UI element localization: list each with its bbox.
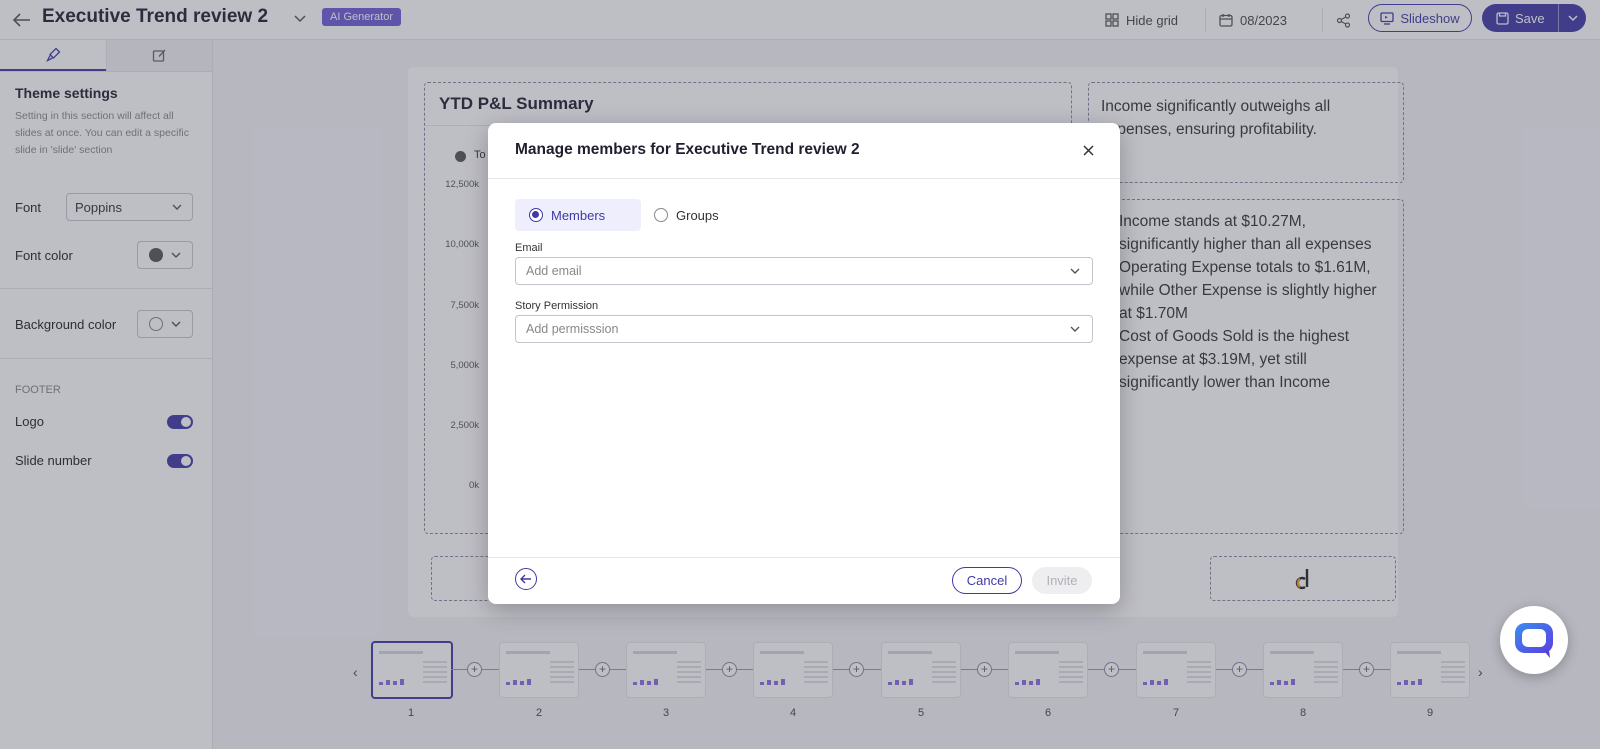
story-permission-label: Story Permission <box>515 300 599 312</box>
groups-radio-option[interactable]: Groups <box>654 199 719 231</box>
chevron-down-icon <box>1070 326 1080 332</box>
dialog-header: Manage members for Executive Trend revie… <box>488 123 1120 179</box>
members-radio-option[interactable]: Members <box>515 199 641 231</box>
dialog-footer: Cancel Invite <box>488 557 1120 604</box>
radio-selected-icon <box>529 208 543 222</box>
close-icon[interactable] <box>1078 140 1098 160</box>
chat-bubble-icon <box>1515 623 1553 658</box>
radio-unselected-icon <box>654 208 668 222</box>
groups-label: Groups <box>676 207 719 223</box>
members-label: Members <box>551 207 606 223</box>
permission-placeholder: Add permisssion <box>526 322 619 336</box>
back-arrow-icon[interactable] <box>515 568 537 590</box>
cancel-button[interactable]: Cancel <box>952 567 1022 594</box>
email-label: Email <box>515 242 543 254</box>
chat-widget-button[interactable] <box>1500 606 1568 674</box>
manage-members-dialog: Manage members for Executive Trend revie… <box>488 123 1120 604</box>
email-field[interactable]: Add email <box>515 257 1093 285</box>
dialog-title: Manage members for Executive Trend revie… <box>515 141 860 158</box>
story-permission-select[interactable]: Add permisssion <box>515 315 1093 343</box>
invite-button[interactable]: Invite <box>1032 567 1092 594</box>
chevron-down-icon <box>1070 268 1080 274</box>
email-placeholder: Add email <box>526 264 582 278</box>
